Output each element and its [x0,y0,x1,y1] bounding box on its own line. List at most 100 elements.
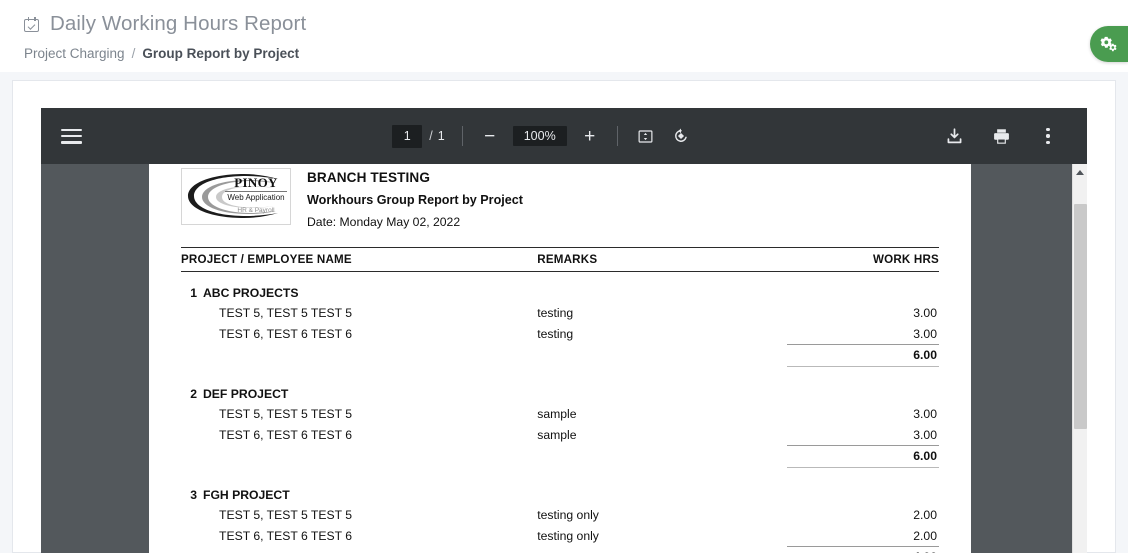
group-bottom-rule [787,365,939,373]
remarks: sample [537,427,577,442]
logo-line3: HR & Payroll [237,206,275,214]
remarks: sample [537,406,577,421]
group-rule [181,466,939,474]
report-subtitle: Workhours Group Report by Project [307,193,523,207]
group-number: 3 [190,488,197,502]
document-content: PINOY Web Application HR & Payroll BRANC… [181,164,939,553]
pdf-page: PINOY Web Application HR & Payroll BRANC… [149,164,971,553]
zoom-in-button[interactable]: + [580,127,600,146]
settings-tab-button[interactable] [1090,26,1128,62]
table-row: TEST 5, TEST 5 TEST 5 testing 3.00 [181,302,939,323]
page-header: Daily Working Hours Report Project Charg… [0,0,1128,72]
rule-spacer [181,467,537,474]
company-logo: PINOY Web Application HR & Payroll [181,168,291,225]
fit-to-page-icon [638,129,653,143]
subtotal-spacer-2 [537,446,787,468]
pdf-scrollbar[interactable] [1072,164,1087,553]
more-options-button[interactable] [1037,125,1059,147]
work-hours: 3.00 [913,305,937,320]
table-header: PROJECT / EMPLOYEE NAME REMARKS WORK HRS [181,247,939,272]
report-date: Date: Monday May 02, 2022 [307,215,461,229]
logo-text-block: PINOY Web Application HR & Payroll [224,176,288,214]
work-hours: 2.00 [913,507,937,522]
column-header-name: PROJECT / EMPLOYEE NAME [181,247,538,272]
content-area: / 1 − 100% + [0,72,1128,553]
pdf-toolbar-right [943,125,1087,147]
group-subtotal: 6.00 [787,344,939,366]
logo-name: PINOY [234,175,278,190]
document-title-block: BRANCH TESTING Workhours Group Report by… [307,168,523,229]
breadcrumb: Project Charging / Group Report by Proje… [24,46,1128,61]
pdf-toolbar-center: / 1 − 100% + [141,124,943,148]
remarks: testing [537,326,574,341]
rule-spacer-2 [537,467,787,474]
group-rule [181,365,939,373]
table-group-header: 3 FGH PROJECT [181,474,939,504]
work-hours: 2.00 [913,528,937,543]
print-icon [993,128,1009,144]
breadcrumb-parent-link[interactable]: Project Charging [24,46,125,61]
employee-name: TEST 5, TEST 5 TEST 5 [219,305,352,320]
group-project-cell: 1 ABC PROJECTS [181,272,939,303]
zoom-out-button[interactable]: − [480,127,500,146]
logo-divider [225,191,287,192]
gears-icon [1100,36,1117,51]
subtotal-spacer [181,345,537,367]
page-total: 1 [437,129,445,143]
zoom-level-value[interactable]: 100% [512,126,567,146]
employee-name: TEST 5, TEST 5 TEST 5 [219,507,352,522]
work-hours: 3.00 [913,406,937,421]
subtotal-spacer-2 [537,547,787,553]
rotate-button[interactable] [670,125,692,147]
more-vertical-icon [1046,127,1050,145]
page-number-input[interactable] [392,124,423,148]
hamburger-menu-icon[interactable] [61,128,82,144]
fit-to-page-button[interactable] [635,125,657,147]
group-project-cell: 3 FGH PROJECT [181,474,939,504]
breadcrumb-current: Group Report by Project [142,45,300,61]
group-project-name: FGH PROJECT [203,488,290,502]
scrollbar-thumb[interactable] [1074,204,1087,429]
work-hours: 3.00 [913,326,937,341]
toolbar-divider-2 [616,126,618,146]
group-number: 1 [190,286,197,300]
pdf-viewer: / 1 − 100% + [41,108,1087,553]
scroll-up-button[interactable] [1073,164,1087,180]
group-subtotal: 4.00 [787,546,939,553]
remarks: testing [537,305,574,320]
scroll-up-arrow-icon [1076,169,1084,175]
pdf-toolbar: / 1 − 100% + [41,108,1087,164]
pdf-stage: PINOY Web Application HR & Payroll BRANC… [41,164,1087,553]
logo-line2: Web Application [227,193,285,202]
page-title: Daily Working Hours Report [50,12,307,35]
group-project-name: DEF PROJECT [203,387,289,401]
table-row: TEST 6, TEST 6 TEST 6 testing only 2.00 [181,525,939,547]
toolbar-divider [461,126,463,146]
rule-spacer-2 [537,366,787,373]
table-row: TEST 5, TEST 5 TEST 5 sample 3.00 [181,403,939,424]
table-group-header: 1 ABC PROJECTS [181,272,939,303]
rule-spacer [181,366,537,373]
report-table: PROJECT / EMPLOYEE NAME REMARKS WORK HRS… [181,247,939,553]
column-header-remarks: REMARKS [537,247,788,272]
group-subtotal-row: 6.00 [181,445,939,468]
document-header: PINOY Web Application HR & Payroll BRANC… [181,164,939,229]
employee-name: TEST 5, TEST 5 TEST 5 [219,406,352,421]
table-body: 1 ABC PROJECTS TEST 5, TEST 5 TEST 5 test… [181,272,939,553]
group-project-name: ABC PROJECTS [203,286,299,300]
download-button[interactable] [943,125,965,147]
subtotal-spacer-2 [537,345,787,367]
remarks: testing only [537,528,599,543]
group-bottom-rule [787,466,939,474]
breadcrumb-separator: / [131,45,136,61]
employee-name: TEST 6, TEST 6 TEST 6 [219,528,352,543]
calendar-check-icon [24,17,41,34]
subtotal-spacer [181,547,537,553]
employee-name: TEST 6, TEST 6 TEST 6 [219,326,352,341]
page-separator: / [429,129,433,143]
title-row: Daily Working Hours Report [24,12,1128,35]
group-subtotal: 6.00 [787,445,939,467]
remarks: testing only [537,507,599,522]
employee-name: TEST 6, TEST 6 TEST 6 [219,427,352,442]
print-button[interactable] [990,125,1012,147]
